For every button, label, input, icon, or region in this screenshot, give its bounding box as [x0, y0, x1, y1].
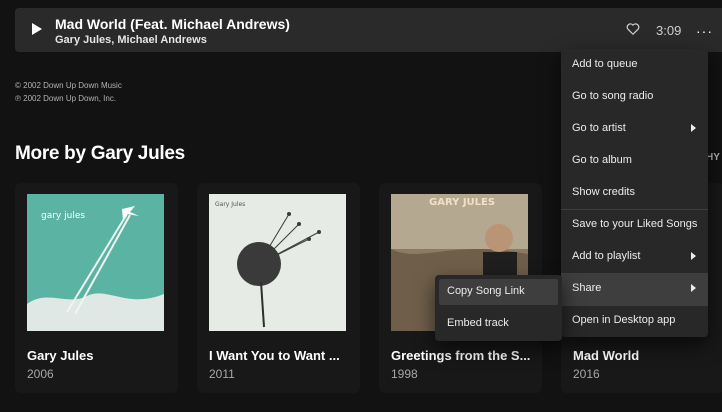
album-year: 2011	[209, 367, 235, 381]
cover-text: Gary Jules	[215, 201, 245, 208]
album-cover: gary jules	[27, 194, 164, 331]
track-row[interactable]: Mad World (Feat. Michael Andrews) Gary J…	[15, 8, 722, 52]
track-duration: 3:09	[656, 23, 682, 38]
track-title[interactable]: Mad World (Feat. Michael Andrews)	[55, 16, 290, 32]
track-artists[interactable]: Gary Jules, Michael Andrews	[55, 34, 207, 46]
section-title[interactable]: More by Gary Jules	[15, 143, 185, 165]
album-card[interactable]: gary jules Gary Jules 2006	[15, 183, 178, 393]
album-title[interactable]: I Want You to Want ...	[209, 348, 340, 363]
copyright-line: © 2002 Down Up Down Music	[15, 81, 122, 90]
menu-item-go-to-song-radio[interactable]: Go to song radio	[561, 81, 708, 113]
menu-item-open-in-desktop-app[interactable]: Open in Desktop app	[561, 305, 708, 337]
cover-text: gary jules	[41, 211, 85, 221]
album-year: 2006	[27, 367, 54, 381]
menu-item-copy-song-link[interactable]: Copy Song Link	[439, 279, 558, 305]
album-year: 2016	[573, 367, 600, 381]
more-options-icon[interactable]: ···	[696, 23, 713, 39]
chevron-right-icon	[691, 252, 696, 260]
cover-text: GARY JULES	[429, 197, 495, 208]
heart-icon[interactable]	[626, 22, 640, 36]
menu-item-embed-track[interactable]: Embed track	[439, 311, 558, 337]
chevron-right-icon	[691, 124, 696, 132]
album-title[interactable]: Mad World	[573, 348, 639, 363]
chevron-right-icon	[691, 284, 696, 292]
menu-item-add-to-playlist[interactable]: Add to playlist	[561, 241, 708, 273]
album-year: 1998	[391, 367, 418, 381]
menu-item-show-credits[interactable]: Show credits	[561, 177, 708, 209]
menu-item-share[interactable]: Share	[561, 273, 708, 305]
menu-item-add-to-queue[interactable]: Add to queue	[561, 49, 708, 81]
album-card[interactable]: Gary Jules I Want You to Want ... 2011	[197, 183, 360, 393]
menu-item-go-to-artist[interactable]: Go to artist	[561, 113, 708, 145]
phonographic-copyright-line: ℗ 2002 Down Up Down, Inc.	[15, 94, 117, 103]
share-submenu: Copy Song Link Embed track	[435, 275, 562, 341]
album-title[interactable]: Gary Jules	[27, 348, 94, 363]
play-icon[interactable]	[32, 23, 42, 35]
context-menu: Add to queue Go to song radio Go to arti…	[561, 49, 708, 337]
show-all-link[interactable]: HY	[706, 152, 720, 163]
album-title[interactable]: Greetings from the S...	[391, 348, 530, 363]
menu-item-save-to-liked-songs[interactable]: Save to your Liked Songs	[561, 209, 708, 241]
album-cover: Gary Jules	[209, 194, 346, 331]
menu-item-go-to-album[interactable]: Go to album	[561, 145, 708, 177]
